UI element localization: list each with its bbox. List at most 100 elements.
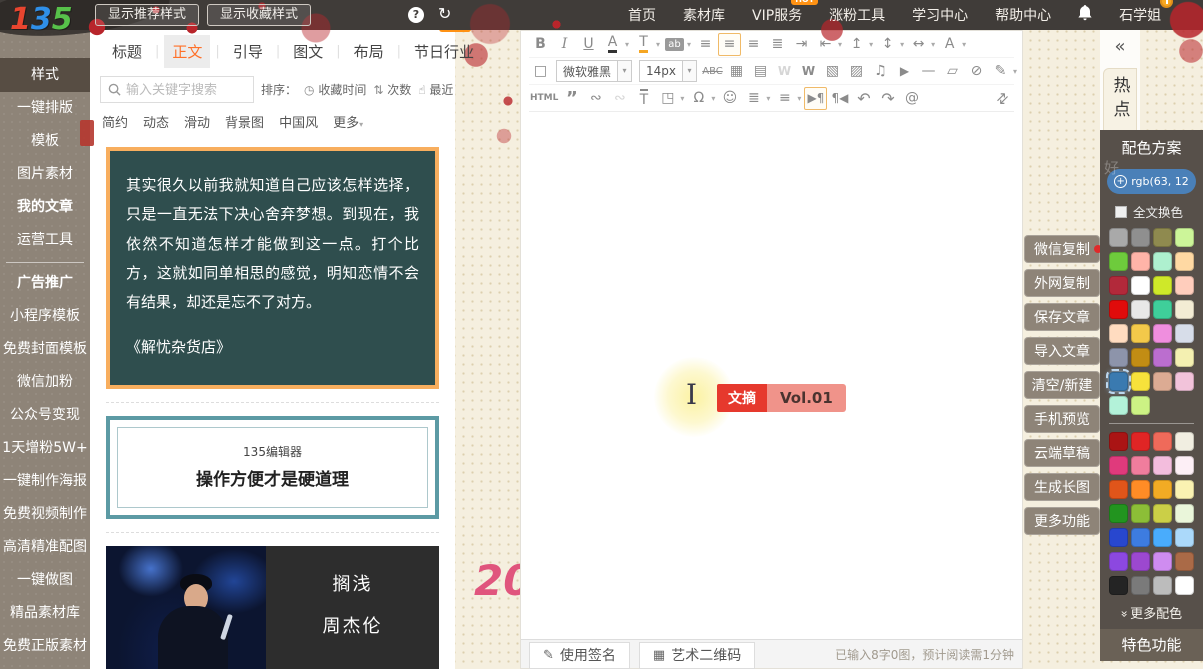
ordered-list-icon[interactable]: ≣ bbox=[742, 87, 765, 110]
color-swatch[interactable] bbox=[1131, 480, 1150, 499]
color-swatch[interactable] bbox=[1109, 252, 1128, 271]
nav-fans-tools[interactable]: 涨粉工具 bbox=[829, 5, 885, 25]
emoticon-icon[interactable]: ☺ bbox=[718, 87, 741, 110]
sidebar-item-ad-promotion[interactable]: 广告推广 bbox=[0, 267, 90, 300]
color-swatch[interactable] bbox=[1131, 456, 1150, 475]
sidebar-item-operation-tools[interactable]: 运营工具 bbox=[0, 224, 90, 257]
nav-home[interactable]: 首页 bbox=[628, 5, 656, 25]
tab-body-styles[interactable]: 正文 bbox=[164, 35, 210, 68]
sidebar-item-account-monetization[interactable]: 公众号变现 bbox=[0, 399, 90, 432]
color-swatch[interactable] bbox=[1131, 276, 1150, 295]
font-scale-icon[interactable]: A bbox=[938, 33, 961, 56]
tab-title-styles[interactable]: 标题 bbox=[104, 35, 150, 68]
color-swatch[interactable] bbox=[1109, 276, 1128, 295]
insert-music-icon[interactable]: ♫ bbox=[869, 60, 892, 83]
italic-icon[interactable]: I bbox=[553, 33, 576, 56]
color-swatch[interactable] bbox=[1131, 576, 1150, 595]
color-swatch[interactable] bbox=[1175, 276, 1194, 295]
color-swatch[interactable] bbox=[1175, 528, 1194, 547]
color-swatch[interactable] bbox=[1131, 300, 1150, 319]
custom-color-picker[interactable]: +rgb(63, 12 bbox=[1107, 169, 1196, 194]
color-swatch[interactable] bbox=[1175, 480, 1194, 499]
letter-spacing-icon[interactable]: ↔ bbox=[907, 33, 930, 56]
sidebar-item-poster-maker[interactable]: 一键制作海报 bbox=[0, 465, 90, 498]
chevron-down-icon[interactable]: ▾ bbox=[711, 94, 715, 103]
change-all-checkbox[interactable] bbox=[1115, 206, 1127, 218]
chevron-down-icon[interactable]: ▾ bbox=[962, 40, 966, 49]
editor-canvas[interactable]: I 文摘 Vol.01 bbox=[521, 112, 1022, 637]
chevron-down-icon[interactable]: ▾ bbox=[625, 40, 629, 49]
sidebar-item-free-cover-templates[interactable]: 免费封面模板 bbox=[0, 333, 90, 366]
tab-layout-styles[interactable]: 布局 bbox=[346, 35, 392, 68]
color-swatch[interactable] bbox=[1153, 372, 1172, 391]
sidebar-item-wechat-fans[interactable]: 微信加粉 bbox=[0, 366, 90, 399]
tab-guide-styles[interactable]: 引导 bbox=[225, 35, 271, 68]
color-swatch[interactable] bbox=[1175, 324, 1194, 343]
color-swatch[interactable] bbox=[1175, 300, 1194, 319]
insert-video-icon[interactable]: ▶ bbox=[893, 60, 916, 83]
text-background-color-icon[interactable]: T bbox=[632, 33, 655, 56]
import-article-button[interactable]: 导入文章 bbox=[1024, 337, 1100, 365]
generate-long-image-button[interactable]: 生成长图 bbox=[1024, 473, 1100, 501]
chevron-down-icon[interactable]: ▾ bbox=[766, 94, 770, 103]
color-swatch[interactable] bbox=[1175, 552, 1194, 571]
color-swatch[interactable] bbox=[1153, 456, 1172, 475]
clear-new-button[interactable]: 清空/新建 bbox=[1024, 371, 1100, 399]
sort-by-recent[interactable]: ☝ 最近 bbox=[418, 81, 453, 98]
tag-dynamic[interactable]: 动态 bbox=[143, 112, 169, 131]
blockquote-icon[interactable]: ” bbox=[560, 87, 583, 110]
change-all-colors-option[interactable]: 全文换色 bbox=[1115, 202, 1203, 221]
sidebar-item-image-material[interactable]: 图片素材 bbox=[0, 158, 90, 191]
sidebar-item-one-click-layout[interactable]: 一键排版 bbox=[0, 92, 90, 125]
insert-link-icon[interactable]: ∾ bbox=[584, 87, 607, 110]
color-swatch[interactable] bbox=[1109, 528, 1128, 547]
undo-icon[interactable]: ↶ bbox=[852, 87, 875, 110]
text-direction-ltr-icon[interactable]: ▶¶ bbox=[804, 87, 827, 110]
color-swatch[interactable] bbox=[1153, 228, 1172, 247]
color-swatch[interactable] bbox=[1109, 324, 1128, 343]
sort-by-favorite-time[interactable]: ◷ 收藏时间 bbox=[304, 81, 366, 98]
clear-format-icon[interactable]: ⊘ bbox=[965, 60, 988, 83]
cloud-draft-button[interactable]: 云端草稿 bbox=[1024, 439, 1100, 467]
save-article-button[interactable]: 保存文章 bbox=[1024, 303, 1100, 331]
color-swatch[interactable] bbox=[1131, 324, 1150, 343]
html-source-button[interactable]: HTML bbox=[529, 87, 559, 110]
chevron-down-icon[interactable]: ▾ bbox=[900, 40, 904, 49]
color-swatch[interactable] bbox=[1153, 300, 1172, 319]
unordered-list-icon[interactable]: ≡ bbox=[773, 87, 796, 110]
style-item-title-card[interactable]: 135编辑器 操作方便才是硬道理 bbox=[106, 416, 439, 533]
nav-learning-center[interactable]: 学习中心 bbox=[912, 5, 968, 25]
horizontal-rule-icon[interactable]: — bbox=[917, 60, 940, 83]
sidebar-item-one-click-image[interactable]: 一键做图 bbox=[0, 564, 90, 597]
color-swatch[interactable] bbox=[1153, 324, 1172, 343]
color-swatch[interactable] bbox=[1175, 228, 1194, 247]
insert-table-icon[interactable]: ▦ bbox=[725, 60, 748, 83]
refresh-icon[interactable]: ↻ bbox=[438, 4, 451, 23]
chevron-down-icon[interactable]: ▾ bbox=[931, 40, 935, 49]
color-swatch[interactable] bbox=[1109, 396, 1128, 415]
media-table-icon[interactable]: ▤ bbox=[749, 60, 772, 83]
sidebar-item-free-video-maker[interactable]: 免费视频制作 bbox=[0, 498, 90, 531]
app-logo-135[interactable]: 135 bbox=[10, 0, 68, 40]
color-swatch[interactable] bbox=[1131, 528, 1150, 547]
featured-functions-header[interactable]: 特色功能 bbox=[1100, 629, 1203, 661]
text-direction-rtl-icon[interactable]: ¶◀ bbox=[828, 87, 851, 110]
insert-image-icon[interactable]: ▧ bbox=[821, 60, 844, 83]
color-swatch[interactable] bbox=[1131, 228, 1150, 247]
color-swatch[interactable] bbox=[1109, 552, 1128, 571]
art-qrcode-button[interactable]: ▦艺术二维码 bbox=[639, 642, 755, 669]
tag-chinese-style[interactable]: 中国风 bbox=[279, 112, 318, 131]
text-anchor-icon[interactable]: T bbox=[632, 87, 655, 110]
color-swatch[interactable] bbox=[1131, 396, 1150, 415]
strikethrough-icon[interactable]: ABC bbox=[701, 60, 724, 83]
color-swatch[interactable] bbox=[1109, 480, 1128, 499]
tag-more[interactable]: 更多▾ bbox=[333, 112, 365, 131]
color-swatch[interactable] bbox=[1131, 432, 1150, 451]
line-height-icon[interactable]: ↕ bbox=[876, 33, 899, 56]
paragraph-spacing-icon[interactable]: ↥ bbox=[845, 33, 868, 56]
chevron-down-icon[interactable]: ▾ bbox=[656, 40, 660, 49]
color-swatch[interactable] bbox=[1175, 456, 1194, 475]
chevron-down-icon[interactable]: ▾ bbox=[869, 40, 873, 49]
color-swatch[interactable] bbox=[1153, 276, 1172, 295]
mobile-preview-button[interactable]: 手机预览 bbox=[1024, 405, 1100, 433]
